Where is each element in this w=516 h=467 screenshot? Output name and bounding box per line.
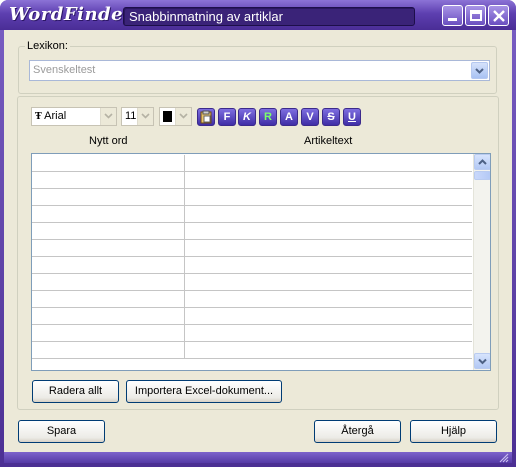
scroll-thumb[interactable] [474, 171, 490, 180]
lexikon-select[interactable]: Svenskeltest [29, 60, 490, 81]
underline-button[interactable]: U [343, 108, 361, 126]
clipboard-icon [200, 110, 212, 124]
dialog-body: Lexikon: Svenskeltest Ŧ Arial 11 F K R A… [4, 30, 512, 452]
entry-grid[interactable] [31, 153, 491, 371]
table-row[interactable] [32, 257, 472, 274]
truetype-icon: Ŧ [35, 112, 42, 122]
close-icon [493, 10, 505, 22]
maximize-button[interactable] [465, 5, 486, 26]
save-button[interactable]: Spara [18, 420, 105, 443]
word-cell[interactable] [32, 189, 185, 206]
table-row[interactable] [32, 172, 472, 189]
window-title: Snabbinmatning av artiklar [123, 7, 415, 26]
word-cell[interactable] [32, 308, 185, 325]
app-window: WordFinder Snabbinmatning av artiklar Le… [0, 0, 516, 467]
lexikon-value: Svenskeltest [33, 64, 96, 76]
word-cell[interactable] [32, 206, 185, 223]
chevron-up-icon [478, 159, 487, 165]
minimize-icon [448, 18, 457, 21]
resize-grip-icon[interactable] [498, 452, 510, 463]
superscript-button[interactable]: A [280, 108, 298, 126]
word-cell[interactable] [32, 257, 185, 274]
font-value: Ŧ Arial [35, 110, 66, 122]
import-excel-button[interactable]: Importera Excel-dokument... [126, 380, 282, 403]
chevron-down-icon[interactable] [137, 108, 153, 125]
chevron-down-icon[interactable] [100, 108, 116, 125]
word-cell[interactable] [32, 342, 185, 359]
chevron-down-icon [478, 358, 487, 365]
table-row[interactable] [32, 240, 472, 257]
scroll-down-button[interactable] [474, 353, 490, 369]
table-row[interactable] [32, 291, 472, 308]
word-cell[interactable] [32, 325, 185, 342]
font-size-select[interactable]: 11 [121, 107, 154, 126]
table-row[interactable] [32, 308, 472, 325]
app-logo: WordFinder [9, 4, 134, 25]
table-row[interactable] [32, 155, 472, 172]
word-cell[interactable] [32, 240, 185, 257]
strikethrough-button[interactable]: S [322, 108, 340, 126]
help-button[interactable]: Hjälp [410, 420, 497, 443]
font-name: Arial [44, 110, 67, 122]
table-row[interactable] [32, 325, 472, 342]
italic-button[interactable]: K [238, 108, 256, 126]
maximize-icon [470, 10, 482, 21]
scroll-up-button[interactable] [474, 154, 490, 170]
text-color-select[interactable] [159, 107, 192, 126]
bold-button[interactable]: F [218, 108, 236, 126]
font-select[interactable]: Ŧ Arial [31, 107, 117, 126]
column-header-word: Nytt ord [89, 135, 128, 147]
column-header-article: Artikeltext [304, 135, 353, 147]
minimize-button[interactable] [442, 5, 463, 26]
table-row[interactable] [32, 274, 472, 291]
undo-button[interactable]: Återgå [314, 420, 401, 443]
table-row[interactable] [32, 206, 472, 223]
word-cell[interactable] [32, 155, 185, 172]
paste-button[interactable] [197, 108, 215, 126]
word-cell[interactable] [32, 223, 185, 240]
chevron-down-icon[interactable] [175, 108, 191, 125]
word-cell[interactable] [32, 274, 185, 291]
table-row[interactable] [32, 189, 472, 206]
close-button[interactable] [488, 5, 509, 26]
vertical-scrollbar[interactable] [473, 154, 490, 370]
word-cell[interactable] [32, 172, 185, 189]
lexikon-label: Lexikon: [27, 40, 68, 52]
color-swatch [163, 111, 172, 122]
title-bar[interactable]: WordFinder Snabbinmatning av artiklar [0, 0, 516, 30]
chevron-down-icon[interactable] [471, 62, 488, 79]
word-cell[interactable] [32, 291, 185, 308]
table-row[interactable] [32, 223, 472, 240]
table-row[interactable] [32, 342, 472, 359]
font-size-value: 11 [125, 110, 137, 122]
highlight-button[interactable]: R [259, 108, 277, 126]
subscript-button[interactable]: V [301, 108, 319, 126]
status-bar [4, 452, 512, 463]
lexikon-group: Lexikon: Svenskeltest [18, 40, 497, 94]
editor-group: Ŧ Arial 11 F K R A V S U Nytt ord Artike… [17, 96, 499, 410]
clear-all-button[interactable]: Radera allt [32, 380, 119, 403]
